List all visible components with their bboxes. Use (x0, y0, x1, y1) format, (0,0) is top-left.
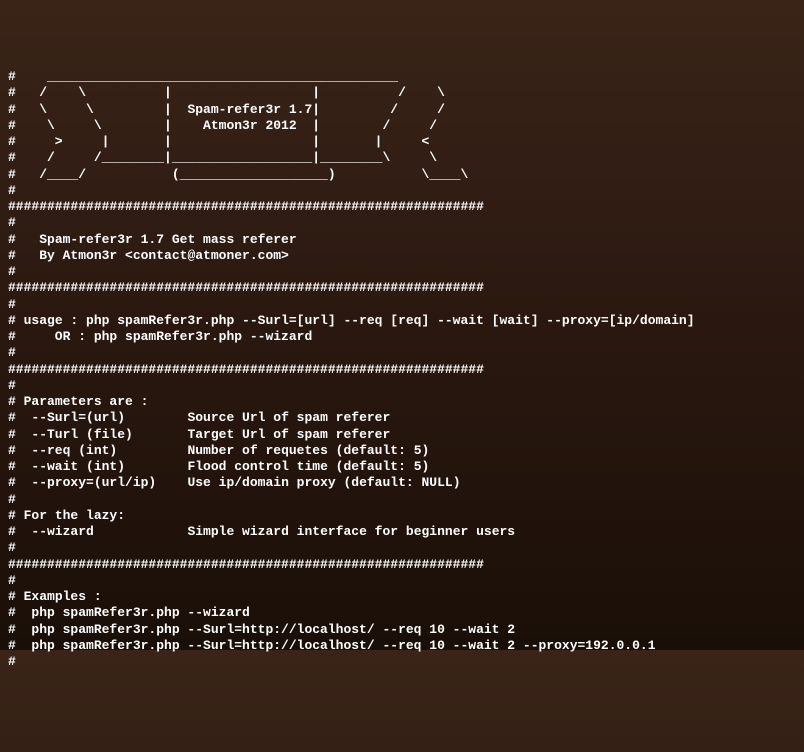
banner-line: | / / (297, 118, 437, 133)
parameters-title: Parameters are : (24, 394, 149, 409)
hash-line: # (8, 605, 31, 620)
param-spacer (117, 443, 187, 458)
hash-line: # (8, 394, 24, 409)
param-desc: Number of requetes (default: 5) (187, 443, 429, 458)
param-flag: --proxy=(url/ip) (31, 475, 156, 490)
lazy-title: For the lazy: (24, 508, 125, 523)
param-flag: --req (int) (31, 443, 117, 458)
example-line: php spamRefer3r.php --Surl=http://localh… (31, 638, 655, 653)
separator-line: ########################################… (8, 280, 484, 295)
separator-line: ########################################… (8, 199, 484, 214)
header-title: Spam-refer3r 1.7 Get mass referer (39, 232, 296, 247)
hash-line: # (8, 297, 16, 312)
hash-line: # (8, 459, 31, 474)
hash-line: # (8, 378, 16, 393)
hash-line: # (8, 427, 31, 442)
param-desc: Use ip/domain proxy (default: NULL) (187, 475, 460, 490)
terminal-output: # ______________________________________… (8, 69, 796, 670)
param-spacer (94, 524, 188, 539)
hash-line: # (8, 443, 31, 458)
hash-line: # (8, 475, 31, 490)
examples-title: Examples : (24, 589, 102, 604)
hash-line: # (8, 540, 16, 555)
hash-line: # (8, 492, 16, 507)
hash-line: # (8, 622, 31, 637)
param-spacer (133, 427, 188, 442)
banner-line: | / / (312, 102, 445, 117)
banner-line: # \ \ | (8, 118, 203, 133)
hash-line: # (8, 524, 31, 539)
param-flag: --Surl=(url) (31, 410, 125, 425)
param-spacer (156, 475, 187, 490)
example-line: php spamRefer3r.php --Surl=http://localh… (31, 622, 515, 637)
banner-line: # ______________________________________… (8, 69, 398, 84)
hash-line: # (8, 573, 16, 588)
param-desc: Target Url of spam referer (187, 427, 390, 442)
param-flag: --wait (int) (31, 459, 125, 474)
hash-line: # (8, 313, 24, 328)
banner-title: Spam-refer3r 1.7 (187, 102, 312, 117)
param-desc: Source Url of spam referer (187, 410, 390, 425)
example-line: php spamRefer3r.php --wizard (31, 605, 249, 620)
banner-line: # > | | | | < (8, 134, 429, 149)
param-desc: Flood control time (default: 5) (187, 459, 429, 474)
separator-line: ########################################… (8, 557, 484, 572)
usage-line-2: OR : php spamRefer3r.php --wizard (31, 329, 312, 344)
hash-line: # (8, 508, 24, 523)
banner-line: # /____/ (___________________) \____\ (8, 167, 468, 182)
param-flag: --Turl (file) (31, 427, 132, 442)
param-desc: Simple wizard interface for beginner use… (187, 524, 515, 539)
hash-line: # (8, 329, 31, 344)
hash-line: # (8, 654, 16, 669)
hash-line: # (8, 183, 16, 198)
banner-line: # / \ | | / \ (8, 85, 445, 100)
hash-line: # (8, 264, 16, 279)
hash-line: # (8, 589, 24, 604)
hash-line: # (8, 215, 16, 230)
hash-line: # (8, 345, 16, 360)
separator-line: ########################################… (8, 362, 484, 377)
hash-line: # (8, 248, 39, 263)
hash-line: # (8, 232, 39, 247)
banner-line: # \ \ | (8, 102, 187, 117)
header-author: By Atmon3r <contact@atmoner.com> (39, 248, 289, 263)
hash-line: # (8, 638, 31, 653)
banner-author: Atmon3r 2012 (203, 118, 297, 133)
param-flag: --wizard (31, 524, 93, 539)
banner-line: # / /________|__________________|_______… (8, 150, 437, 165)
param-spacer (125, 459, 187, 474)
param-spacer (125, 410, 187, 425)
hash-line: # (8, 410, 31, 425)
usage-line-1: usage : php spamRefer3r.php --Surl=[url]… (24, 313, 695, 328)
